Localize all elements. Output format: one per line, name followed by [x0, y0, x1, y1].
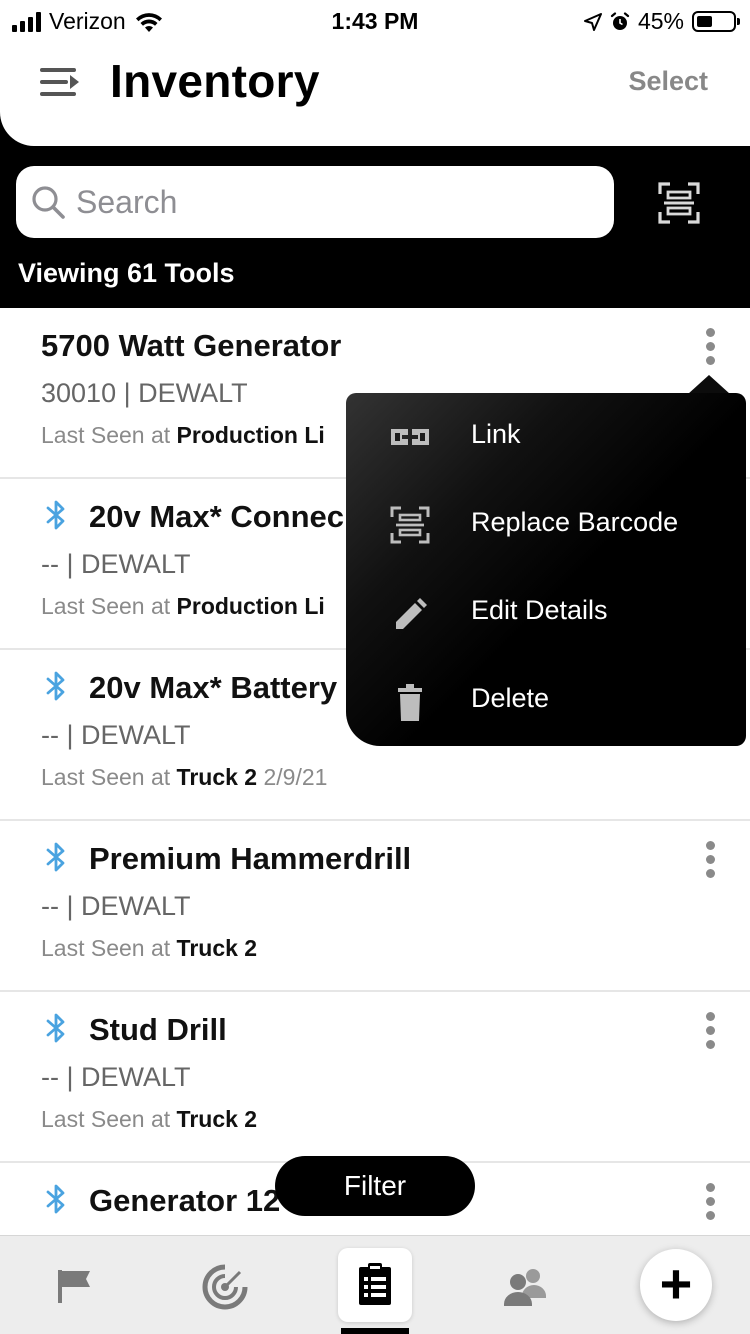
- people-icon: [504, 1269, 546, 1306]
- sort-menu-icon[interactable]: [40, 68, 80, 96]
- search-input[interactable]: [76, 166, 596, 238]
- last-seen: Last Seen at Truck 2 2/9/21: [41, 764, 327, 791]
- tool-name: 20v Max* Connec: [89, 499, 344, 534]
- radar-icon: [202, 1264, 248, 1310]
- status-right: 45%: [583, 8, 740, 35]
- more-options-icon[interactable]: [700, 841, 720, 881]
- tool-id-brand: -- | DEWALT: [41, 720, 191, 750]
- battery-percent: 45%: [637, 8, 684, 34]
- tab-bar: [0, 1235, 750, 1334]
- add-tool-button[interactable]: +: [640, 1249, 712, 1321]
- app-header: Inventory Select: [0, 42, 750, 132]
- last-seen: Last Seen at Production Li: [41, 422, 325, 449]
- bluetooth-icon: [46, 671, 65, 701]
- context-menu-arrow: [688, 375, 730, 394]
- tool-name: 5700 Watt Generator: [41, 328, 342, 363]
- flag-icon: [58, 1270, 90, 1303]
- tool-id-brand: 30010 | DEWALT: [41, 378, 248, 408]
- last-seen-date: 2/9/21: [263, 764, 328, 790]
- list-item[interactable]: Stud Drill -- | DEWALT Last Seen at Truc…: [0, 992, 750, 1163]
- select-button[interactable]: Select: [628, 66, 708, 97]
- list-item[interactable]: Premium Hammerdrill -- | DEWALT Last See…: [0, 821, 750, 992]
- menu-item-label: Replace Barcode: [471, 507, 679, 537]
- menu-item-edit-details[interactable]: Edit Details: [346, 569, 746, 657]
- last-seen: Last Seen at Truck 2: [41, 1106, 257, 1133]
- filter-button[interactable]: Filter: [275, 1156, 475, 1216]
- last-seen-prefix: Last Seen at: [41, 935, 171, 961]
- alarm-icon: [610, 11, 630, 30]
- pencil-icon: [396, 598, 427, 629]
- bluetooth-icon: [46, 1184, 65, 1214]
- tool-name: Generator 12: [89, 1183, 281, 1218]
- tool-name: 20v Max* Battery: [89, 670, 338, 705]
- menu-item-label: Delete: [471, 683, 550, 713]
- context-menu: Link Replace Barcode Edit Details Delete: [346, 393, 746, 746]
- tool-id-brand: -- | DEWALT: [41, 891, 191, 921]
- location-arrow-icon: [583, 12, 602, 31]
- bluetooth-icon: [46, 500, 65, 530]
- plus-icon: +: [659, 1252, 693, 1315]
- more-options-icon[interactable]: [700, 1183, 720, 1223]
- last-seen-prefix: Last Seen at: [41, 593, 171, 619]
- tab-flag[interactable]: [40, 1236, 110, 1334]
- page-title: Inventory: [110, 55, 320, 107]
- more-options-icon[interactable]: [700, 1012, 720, 1052]
- bluetooth-icon: [46, 842, 65, 872]
- tab-active-indicator: [341, 1328, 409, 1334]
- barcode-scan-icon: [390, 506, 430, 544]
- menu-item-replace-barcode[interactable]: Replace Barcode: [346, 481, 746, 569]
- last-seen-prefix: Last Seen at: [41, 422, 171, 448]
- tool-name: Premium Hammerdrill: [89, 841, 412, 876]
- last-seen-prefix: Last Seen at: [41, 1106, 171, 1132]
- last-seen-location: Truck 2: [176, 1106, 258, 1132]
- more-options-icon[interactable]: [700, 328, 720, 368]
- menu-item-label: Edit Details: [471, 595, 608, 625]
- last-seen-location: Truck 2: [176, 935, 258, 961]
- menu-item-label: Link: [471, 419, 521, 449]
- tab-inventory[interactable]: [338, 1236, 412, 1334]
- search-bar[interactable]: [16, 166, 614, 238]
- tool-id-brand: -- | DEWALT: [41, 1062, 191, 1092]
- status-bar: Verizon 1:43 PM 45%: [0, 0, 750, 42]
- menu-item-delete[interactable]: Delete: [346, 657, 746, 745]
- battery-icon: [692, 11, 740, 32]
- last-seen: Last Seen at Truck 2: [41, 935, 257, 962]
- barcode-scan-icon[interactable]: [656, 180, 702, 226]
- menu-item-link[interactable]: Link: [346, 393, 746, 481]
- tab-people[interactable]: [490, 1236, 560, 1334]
- last-seen-prefix: Last Seen at: [41, 764, 171, 790]
- tool-count-label: Viewing 61 Tools: [18, 258, 235, 288]
- link-icon: [391, 429, 429, 445]
- clipboard-icon: [359, 1263, 391, 1305]
- tab-radar[interactable]: [190, 1236, 260, 1334]
- tool-id-brand: -- | DEWALT: [41, 549, 191, 579]
- last-seen-location: Truck 2: [176, 764, 258, 790]
- trash-icon: [398, 684, 422, 721]
- search-icon: [32, 186, 65, 219]
- last-seen-location: Production Li: [176, 422, 325, 448]
- tool-name: Stud Drill: [89, 1012, 227, 1047]
- last-seen-location: Production Li: [176, 593, 325, 619]
- bluetooth-icon: [46, 1013, 65, 1043]
- last-seen: Last Seen at Production Li: [41, 593, 325, 620]
